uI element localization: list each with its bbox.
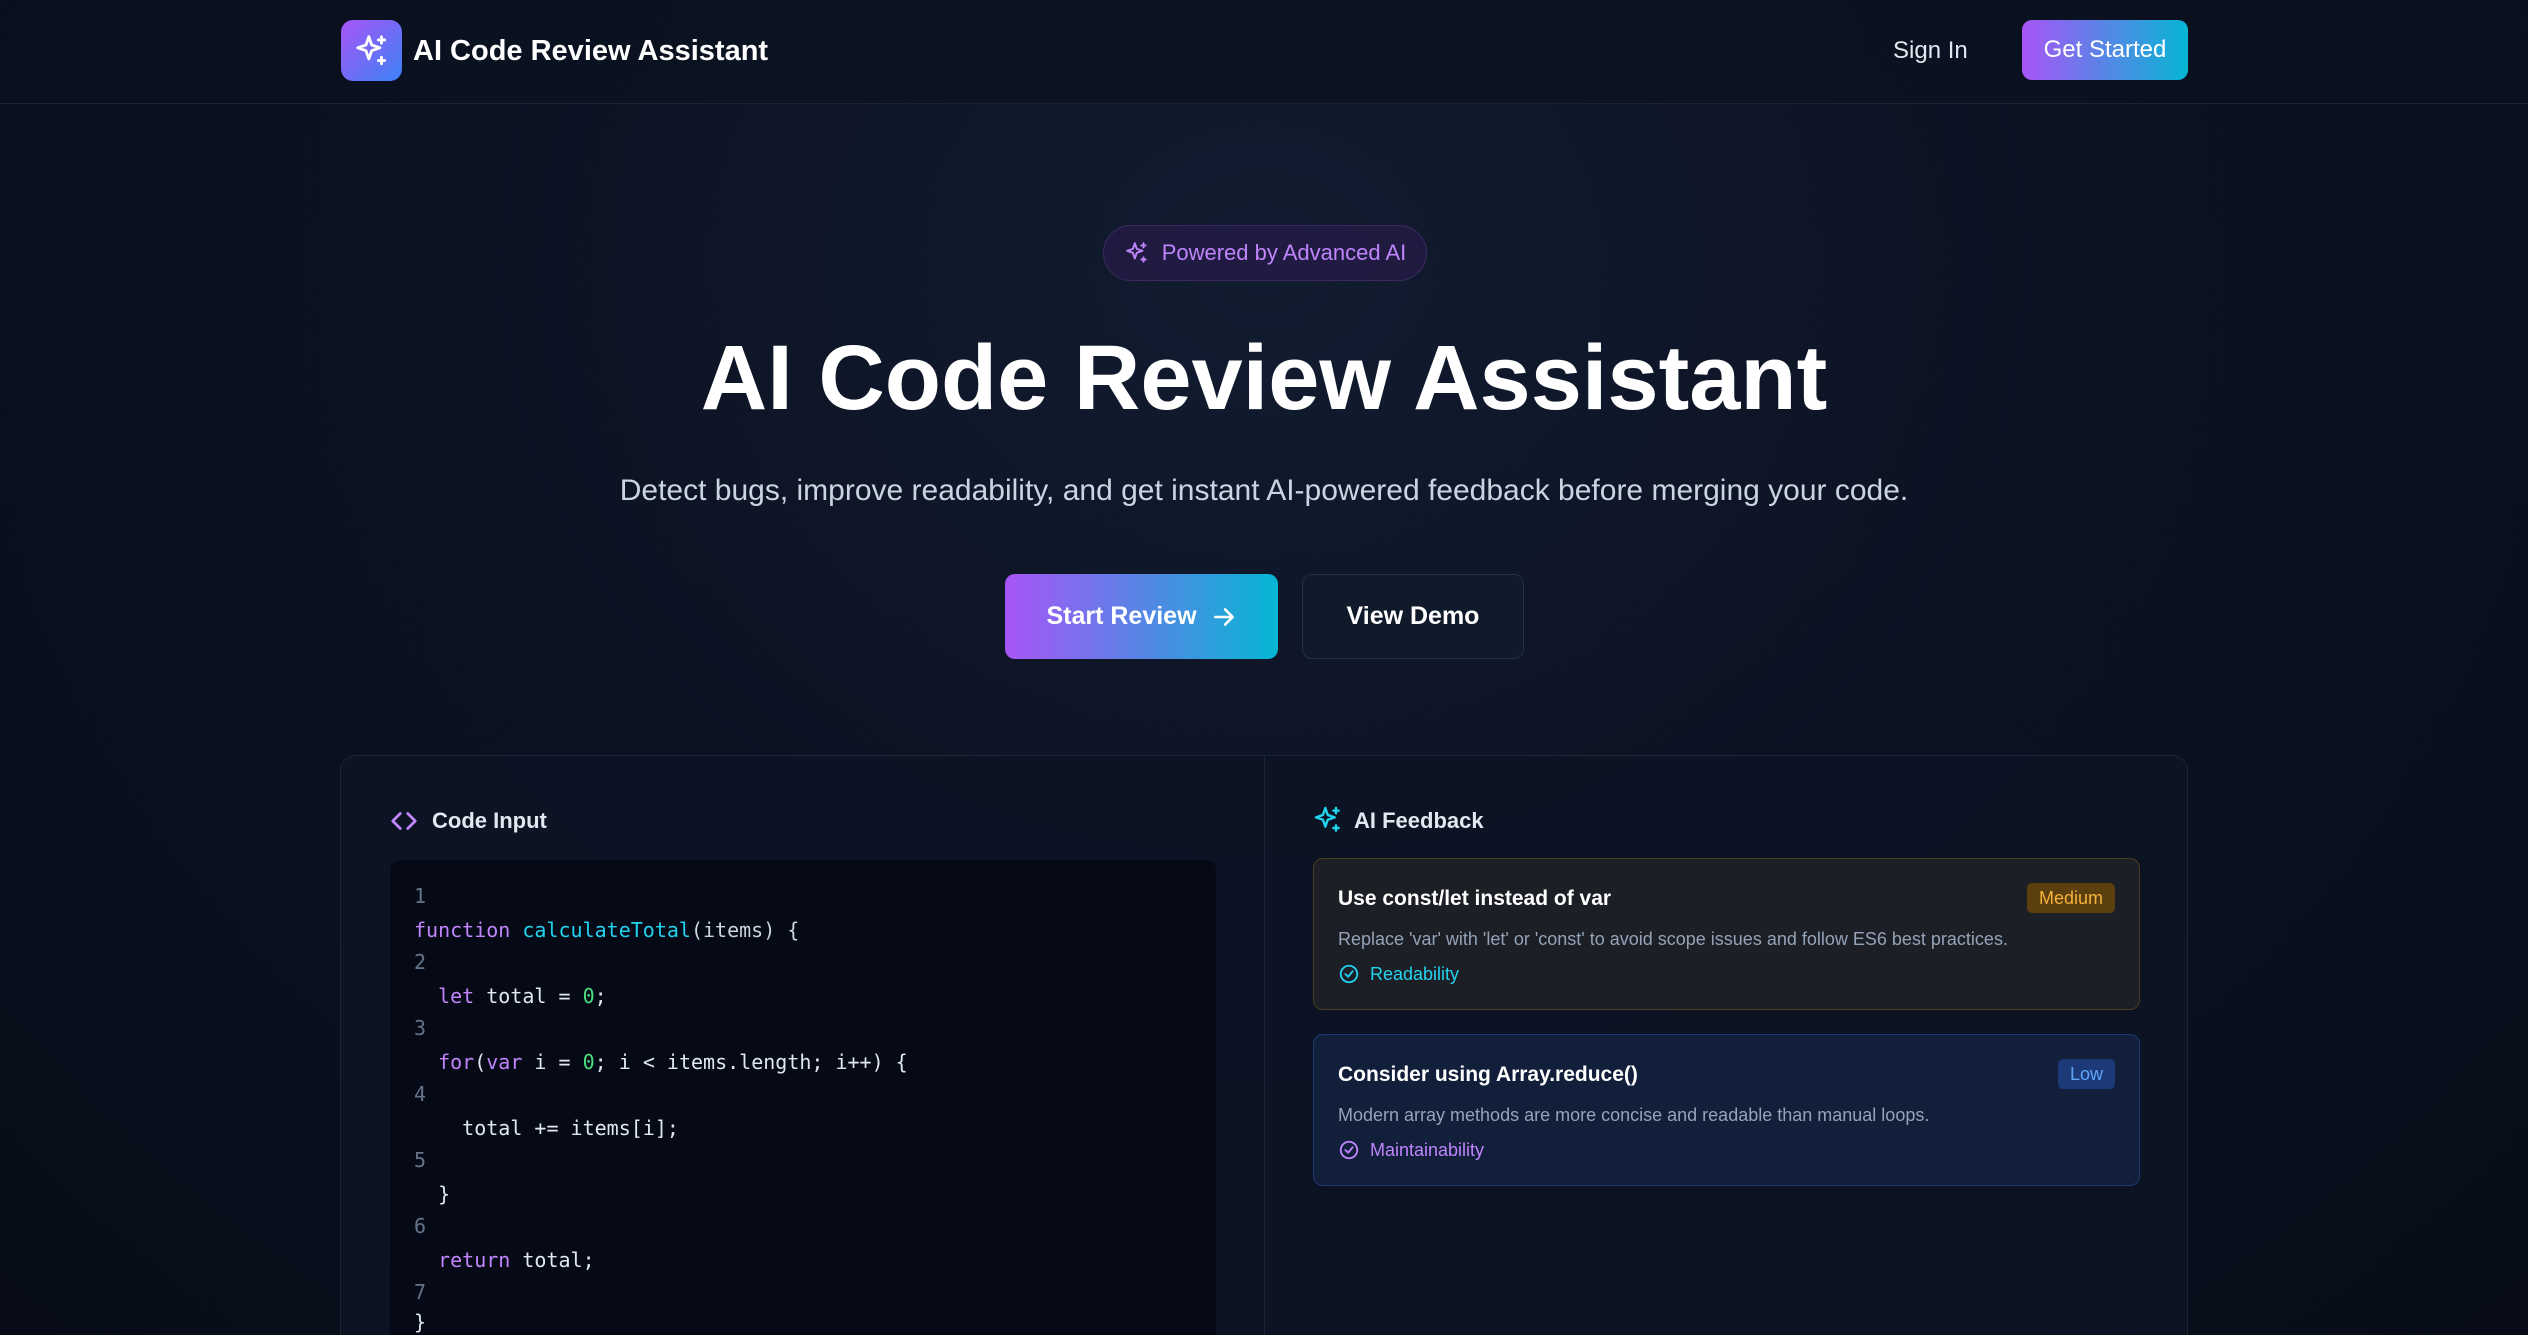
code-line: total += items[i]; — [414, 1116, 679, 1140]
feedback-category-label: Maintainability — [1370, 1140, 1485, 1160]
code-line: } — [414, 1182, 451, 1206]
line-number: 5 — [414, 1148, 427, 1172]
line-number: 6 — [414, 1214, 427, 1238]
line-number: 7 — [414, 1280, 427, 1304]
sparkles-icon — [1314, 806, 1340, 832]
ai-feedback-title: AI Feedback — [1354, 808, 1484, 833]
feedback-category-label: Readability — [1370, 964, 1460, 984]
code-icon — [391, 812, 417, 830]
arrow-right-icon — [1213, 607, 1234, 626]
severity-badge: Medium — [2026, 883, 2115, 913]
powered-by-label: Powered by Advanced AI — [1161, 240, 1407, 265]
code-line: return total; — [438, 1248, 595, 1272]
panel-divider — [1264, 756, 1265, 1335]
check-circle-icon — [1339, 964, 1359, 984]
severity-badge: Low — [2057, 1059, 2115, 1089]
powered-by-badge: Powered by Advanced AI — [1103, 225, 1427, 281]
code-line: } — [414, 1310, 427, 1334]
view-demo-button[interactable]: View Demo — [1302, 574, 1524, 659]
feedback-card-description: Modern array methods are more concise an… — [1338, 1105, 1930, 1125]
feedback-category: Readability — [1338, 961, 1459, 987]
sign-in-link[interactable]: Sign In — [1893, 32, 1968, 70]
sparkles-icon — [355, 34, 386, 65]
code-line: let total = 0; — [438, 984, 607, 1008]
hero-subtitle: Detect bugs, improve readability, and ge… — [619, 474, 1909, 507]
line-number: 3 — [414, 1016, 427, 1040]
feedback-card-title: Consider using Array.reduce() — [1338, 1063, 1638, 1086]
check-circle-icon — [1339, 1140, 1359, 1160]
start-review-label: Start Review — [1046, 602, 1197, 630]
hero-title: AI Code Review Assistant — [700, 327, 1828, 429]
line-number: 2 — [414, 950, 427, 974]
feedback-category: Maintainability — [1338, 1137, 1484, 1163]
feedback-card-description: Replace 'var' with 'let' or 'const' to a… — [1338, 929, 2008, 949]
logo[interactable] — [341, 20, 402, 81]
feedback-card[interactable]: Use const/let instead of var Medium Repl… — [1313, 858, 2140, 1010]
feedback-card[interactable]: Consider using Array.reduce() Low Modern… — [1313, 1034, 2140, 1186]
brand-name[interactable]: AI Code Review Assistant — [413, 32, 768, 70]
sparkles-icon — [1125, 242, 1147, 263]
code-input-title: Code Input — [432, 808, 547, 833]
start-review-button[interactable]: Start Review — [1005, 574, 1278, 659]
feedback-card-title: Use const/let instead of var — [1338, 887, 1612, 910]
code-editor[interactable]: 1 function calculateTotal(items) { 2 let… — [390, 860, 1216, 1335]
code-line: for(var i = 0; i < items.length; i++) { — [438, 1050, 908, 1074]
line-number: 4 — [414, 1082, 427, 1106]
get-started-button[interactable]: Get Started — [2022, 20, 2188, 80]
code-line: function calculateTotal(items) { — [414, 918, 800, 942]
line-number: 1 — [414, 884, 427, 908]
